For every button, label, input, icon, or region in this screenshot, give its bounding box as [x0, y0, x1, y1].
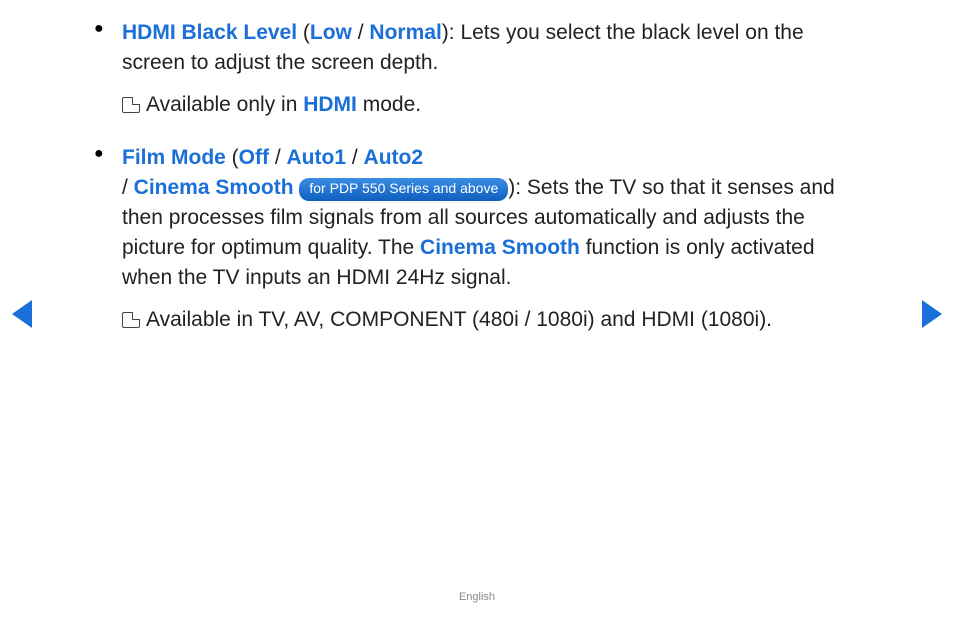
bullet-list: HDMI Black Level (Low / Normal): Lets yo… [90, 18, 864, 334]
opt-sep: / [269, 146, 287, 169]
option-low: Low [310, 21, 352, 44]
term-film-mode: Film Mode [122, 146, 226, 169]
opt-sep: / [352, 21, 370, 44]
note-text-post: mode. [357, 93, 421, 116]
note-icon [122, 97, 140, 113]
note-term-hdmi: HDMI [303, 93, 357, 116]
footer-language: English [0, 590, 954, 606]
page-content: HDMI Black Level (Low / Normal): Lets yo… [0, 0, 954, 334]
term-cinema-smooth: Cinema Smooth [134, 176, 294, 199]
bullet-hdmi-black-level: HDMI Black Level (Low / Normal): Lets yo… [122, 18, 864, 119]
term-hdmi-black-level: HDMI Black Level [122, 21, 297, 44]
note-text: Available in TV, AV, COMPONENT (480i / 1… [146, 308, 772, 331]
bullet-film-mode: Film Mode (Off / Auto1 / Auto2 / Cinema … [122, 143, 864, 334]
close-paren: ) [442, 21, 449, 44]
nav-next-icon[interactable] [922, 300, 942, 328]
option-auto1: Auto1 [287, 146, 347, 169]
badge-pdp-550: for PDP 550 Series and above [299, 178, 508, 201]
open-paren: ( [297, 21, 310, 44]
nav-prev-icon[interactable] [12, 300, 32, 328]
option-off: Off [239, 146, 269, 169]
note-hdmi-black-level: Available only in HDMI mode. [122, 90, 864, 120]
term-cinema-smooth-2: Cinema Smooth [420, 236, 580, 259]
option-auto2: Auto2 [364, 146, 424, 169]
note-icon [122, 312, 140, 328]
open-paren: ( [226, 146, 239, 169]
option-normal: Normal [369, 21, 441, 44]
opt-sep: / [346, 146, 364, 169]
line2-sep: / [122, 176, 134, 199]
note-text-pre: Available only in [146, 93, 303, 116]
note-film-mode: Available in TV, AV, COMPONENT (480i / 1… [122, 305, 864, 335]
